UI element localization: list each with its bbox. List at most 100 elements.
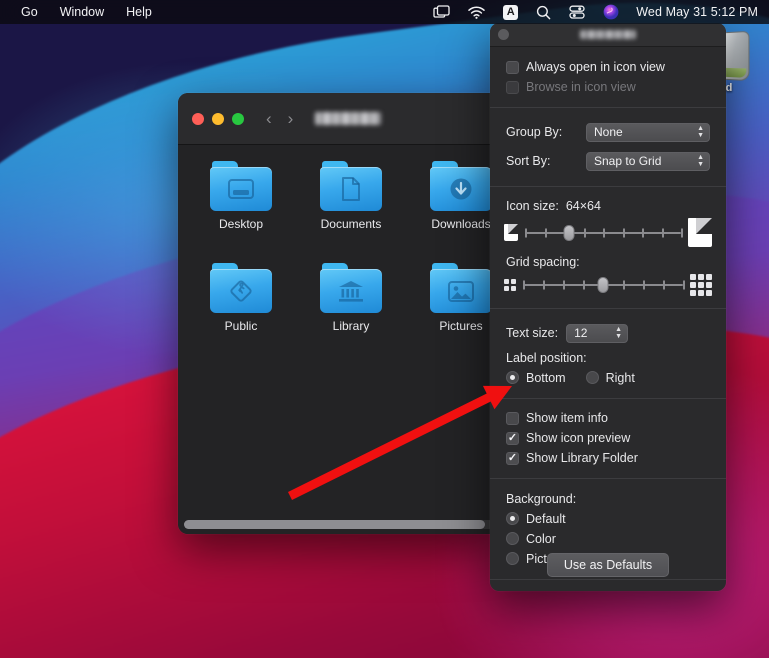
finder-item-pictures[interactable]: Pictures (406, 263, 500, 333)
photo-image-icon (430, 269, 492, 313)
finder-item-documents[interactable]: Documents (296, 161, 406, 231)
minimize-button[interactable] (212, 112, 224, 125)
finder-items-grid: Desktop Documents Downloads Public Libra… (178, 161, 500, 333)
desktop-window-icon (210, 167, 272, 211)
menubar-menus[interactable]: Go Window Help (0, 3, 163, 21)
small-document-icon (504, 224, 518, 241)
finder-window-title-redacted (315, 112, 382, 125)
forward-button[interactable]: › (288, 110, 294, 127)
control-center-icon[interactable] (560, 0, 594, 24)
large-document-icon (688, 218, 712, 247)
finder-item-desktop[interactable]: Desktop (186, 161, 296, 231)
show-icon-preview-checkbox[interactable] (506, 431, 519, 445)
text-size-row[interactable]: Text size: 12 ▲ ▼ (490, 319, 726, 348)
background-label-row: Background: (490, 489, 726, 509)
keyboard-input-icon[interactable]: A (494, 0, 527, 24)
group-by-row[interactable]: Group By: None ▲ ▼ (490, 118, 726, 147)
scrollbar-thumb[interactable] (184, 520, 485, 529)
browse-icon-view-row: Browse in icon view (490, 77, 726, 97)
label-position-options[interactable]: Bottom Right (490, 368, 726, 388)
background-default-row[interactable]: Default (490, 509, 726, 529)
spotlight-search-icon[interactable] (527, 0, 560, 24)
window-controls[interactable] (192, 112, 244, 125)
group-by-select[interactable]: None ▲ ▼ (586, 122, 710, 142)
chevron-updown-icon: ▲ ▼ (615, 326, 623, 340)
grid-spacing-slider-row[interactable] (490, 272, 726, 298)
panel-title-redacted (490, 28, 726, 42)
background-color-row[interactable]: Color (490, 529, 726, 549)
grid-spacing-slider[interactable] (523, 277, 685, 293)
background-default-label: Default (526, 511, 566, 526)
macos-menubar[interactable]: Go Window Help A Wed May 31 5:12 PM (0, 0, 769, 24)
keyboard-input-letter: A (503, 4, 519, 20)
show-item-info-row[interactable]: Show item info (490, 408, 726, 428)
finder-item-library[interactable]: Library (296, 263, 406, 333)
icon-size-slider[interactable] (525, 224, 683, 241)
view-options-titlebar[interactable] (490, 23, 726, 47)
always-open-icon-view-label: Always open in icon view (526, 60, 665, 74)
siri-icon[interactable] (594, 0, 628, 24)
menubar-status-items[interactable]: A Wed May 31 5:12 PM (424, 0, 769, 24)
screen-mirroring-icon[interactable] (424, 0, 459, 24)
label-position-bottom-radio[interactable] (506, 371, 519, 384)
icon-size-slider-row[interactable] (490, 216, 726, 249)
folder-icon (430, 161, 492, 211)
horizontal-scrollbar[interactable] (184, 520, 494, 529)
show-icon-preview-row[interactable]: Show icon preview (490, 428, 726, 448)
sort-by-select[interactable]: Snap to Grid ▲ ▼ (586, 151, 710, 171)
use-as-defaults-button[interactable]: Use as Defaults (546, 553, 670, 577)
browse-icon-view-label: Browse in icon view (526, 80, 636, 94)
view-options-top-section: Always open in icon view Browse in icon … (490, 47, 726, 107)
finder-icon-view[interactable]: Desktop Documents Downloads Public Libra… (178, 145, 500, 534)
divider (490, 578, 726, 579)
finder-item-label: Pictures (439, 319, 483, 333)
finder-window[interactable]: ‹ › Desktop Documents Downloads Public L… (178, 93, 500, 534)
background-label: Background: (506, 491, 577, 506)
panel-footer: Use as Defaults (490, 553, 726, 577)
classical-building-icon (320, 269, 382, 313)
finder-item-label: Library (332, 319, 370, 333)
download-arrow-icon (430, 167, 492, 211)
menu-window[interactable]: Window (49, 3, 115, 21)
grid-spacing-slider-thumb[interactable] (597, 277, 609, 293)
show-item-info-checkbox[interactable] (506, 411, 519, 425)
label-position-right-label: Right (605, 370, 635, 385)
background-color-label: Color (526, 531, 556, 546)
text-section: Text size: 12 ▲ ▼ Label position: Bottom … (490, 309, 726, 398)
background-default-radio[interactable] (506, 512, 519, 525)
pedestrian-sign-icon (210, 269, 272, 313)
menubar-clock[interactable]: Wed May 31 5:12 PM (628, 5, 758, 19)
finder-item-label: Downloads (431, 217, 491, 231)
show-icon-preview-label: Show icon preview (526, 431, 631, 445)
back-button[interactable]: ‹ (266, 110, 272, 127)
folder-icon (320, 161, 382, 211)
wifi-icon[interactable] (459, 0, 494, 24)
finder-item-public[interactable]: Public (186, 263, 296, 333)
text-size-label: Text size: (506, 326, 559, 340)
label-position-label: Label position: (506, 350, 587, 365)
finder-nav[interactable]: ‹ › (266, 110, 293, 127)
folder-icon (210, 161, 272, 211)
menu-help[interactable]: Help (115, 3, 163, 21)
finder-item-label: Desktop (218, 217, 264, 231)
show-library-folder-checkbox[interactable] (506, 451, 519, 465)
label-position-right-radio[interactable] (585, 371, 599, 384)
group-by-label: Group By: (506, 125, 563, 139)
label-position-bottom-label: Bottom (526, 370, 566, 385)
maximize-button[interactable] (232, 112, 244, 125)
finder-item-label: Documents (320, 217, 382, 231)
small-grid-icon (504, 279, 516, 291)
finder-item-downloads[interactable]: Downloads (406, 161, 500, 231)
finder-titlebar[interactable]: ‹ › (178, 93, 500, 145)
text-size-select[interactable]: 12 ▲ ▼ (566, 323, 629, 343)
always-open-icon-view-checkbox[interactable] (506, 60, 519, 74)
sort-by-row[interactable]: Sort By: Snap to Grid ▲ ▼ (490, 147, 726, 176)
show-library-folder-row[interactable]: Show Library Folder (490, 448, 726, 468)
background-color-radio[interactable] (506, 532, 519, 545)
always-open-icon-view-row[interactable]: Always open in icon view (490, 57, 726, 77)
view-options-panel[interactable]: Always open in icon view Browse in icon … (490, 23, 726, 591)
icon-size-slider-thumb[interactable] (563, 224, 575, 241)
close-button[interactable] (192, 112, 204, 125)
grid-spacing-label: Grid spacing: (506, 255, 580, 269)
menu-go[interactable]: Go (10, 3, 49, 21)
